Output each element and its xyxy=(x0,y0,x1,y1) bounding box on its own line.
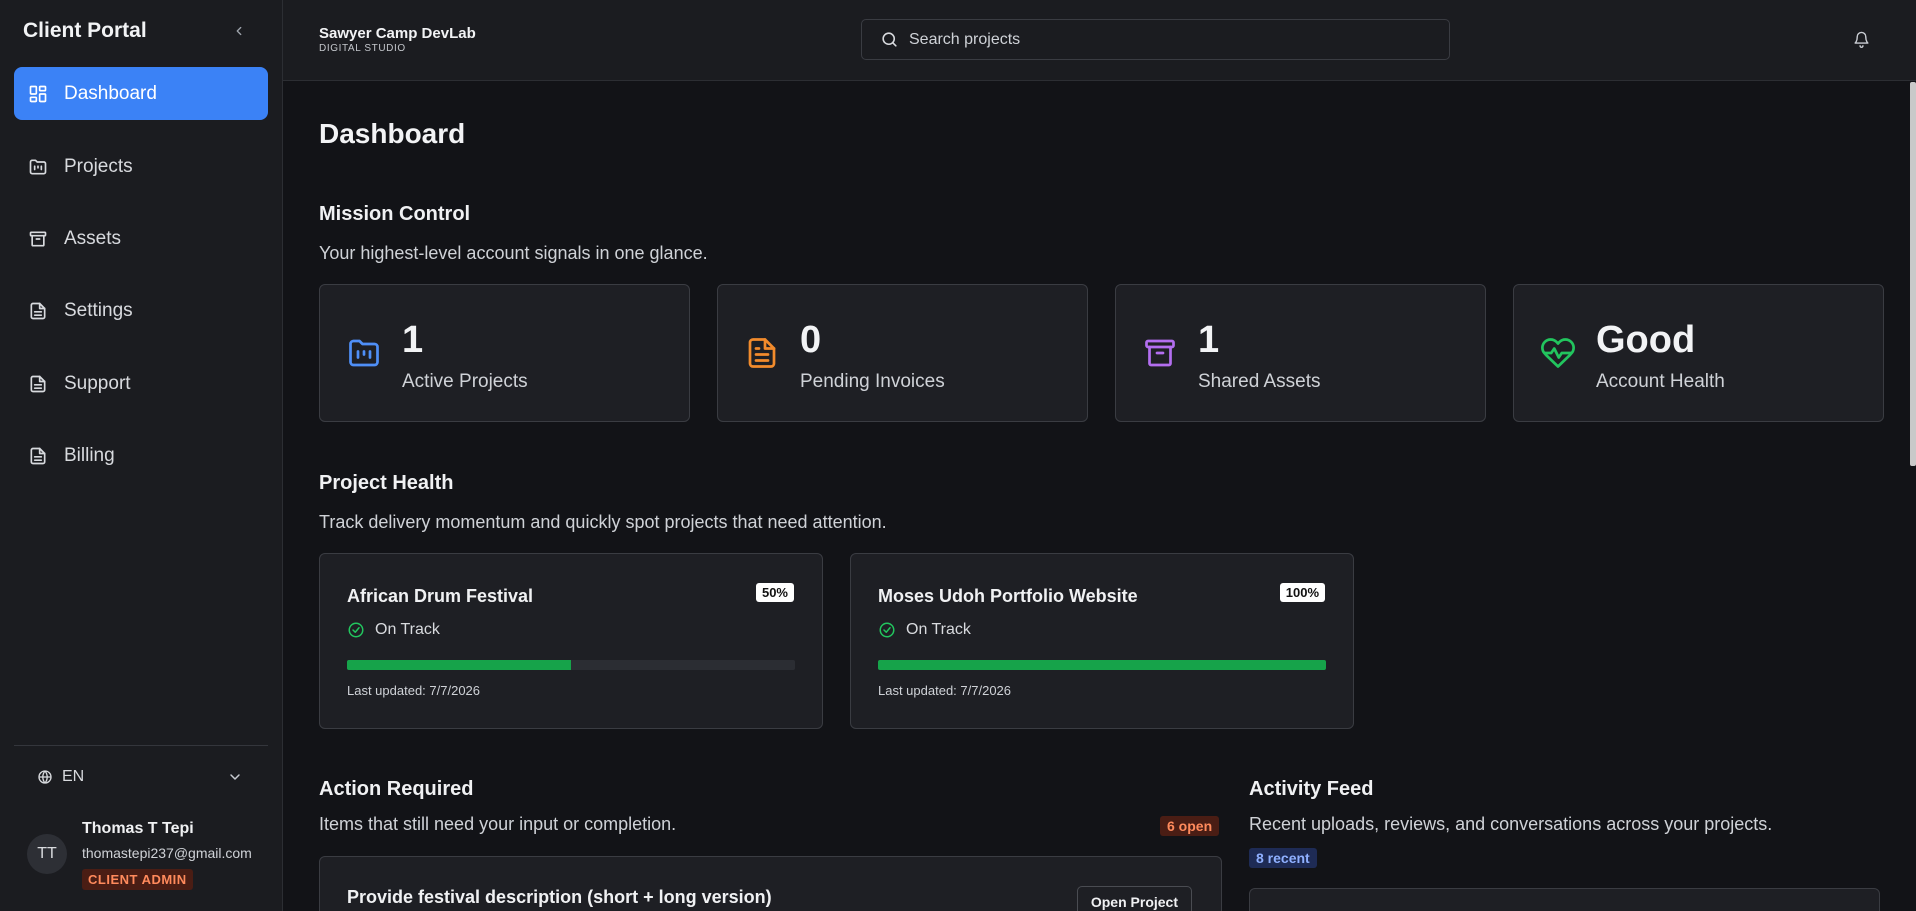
open-count-badge: 6 open xyxy=(1160,816,1220,836)
dashboard-icon xyxy=(27,83,49,105)
search-box[interactable] xyxy=(861,19,1450,60)
chevron-left-icon xyxy=(236,26,242,36)
chevron-down-icon xyxy=(227,769,243,785)
org-name: Sawyer Camp DevLab xyxy=(319,25,476,42)
stat-value: Good xyxy=(1596,319,1696,361)
stat-label: Active Projects xyxy=(402,371,528,392)
sidebar-item-assets[interactable]: Assets xyxy=(14,212,268,265)
progress-fill xyxy=(878,660,1326,670)
activity-feed-title: Activity Feed xyxy=(1249,778,1374,800)
stat-card-active-projects[interactable]: 1 Active Projects xyxy=(319,284,690,422)
stat-card-account-health[interactable]: Good Account Health xyxy=(1513,284,1884,422)
sidebar-item-dashboard[interactable]: Dashboard xyxy=(14,67,268,120)
bell-icon xyxy=(1853,31,1869,48)
project-card-moses-udoh-portfolio[interactable]: Moses Udoh Portfolio Website 100% On Tra… xyxy=(850,553,1354,729)
archive-icon xyxy=(27,228,49,250)
document-icon xyxy=(744,335,780,371)
sidebar-item-label: Billing xyxy=(64,444,115,466)
org-subtitle: DIGITAL STUDIO xyxy=(319,43,406,54)
project-card-african-drum-festival[interactable]: African Drum Festival 50% On Track Last … xyxy=(319,553,823,729)
sidebar-item-support[interactable]: Support xyxy=(14,357,268,410)
user-email: thomastepi237@gmail.com xyxy=(82,845,252,861)
stat-value: 0 xyxy=(800,319,822,361)
globe-icon xyxy=(38,770,52,784)
page-title: Dashboard xyxy=(319,118,466,149)
stat-label: Shared Assets xyxy=(1198,371,1321,392)
document-icon xyxy=(27,300,49,322)
notifications-button[interactable] xyxy=(1850,28,1872,50)
activity-feed-desc: Recent uploads, reviews, and conversatio… xyxy=(1249,814,1773,834)
sidebar-item-label: Assets xyxy=(64,227,122,249)
sidebar-item-label: Projects xyxy=(64,155,133,177)
action-required-title: Action Required xyxy=(319,778,474,800)
stat-label: Account Health xyxy=(1596,371,1725,392)
project-status: On Track xyxy=(347,621,440,639)
sidebar-item-projects[interactable]: Projects xyxy=(14,140,268,193)
user-role-badge: CLIENT ADMIN xyxy=(82,869,193,890)
document-icon xyxy=(27,373,49,395)
language-label: EN xyxy=(62,768,85,785)
sidebar-item-label: Settings xyxy=(64,299,133,321)
action-item-title: Provide festival description (short + lo… xyxy=(347,887,772,907)
sidebar-item-settings[interactable]: Settings xyxy=(14,284,268,337)
user-name: Thomas T Tepi xyxy=(82,820,194,837)
sidebar-item-label: Dashboard xyxy=(64,82,157,104)
last-updated: Last updated: 7/7/2026 xyxy=(347,683,481,698)
progress-track xyxy=(347,660,795,670)
status-text: On Track xyxy=(375,621,440,638)
search-input[interactable] xyxy=(909,30,1429,49)
progress-badge: 100% xyxy=(1279,583,1325,602)
archive-icon xyxy=(1142,335,1178,371)
folder-icon xyxy=(346,335,382,371)
sidebar-item-label: Support xyxy=(64,372,131,394)
recent-count-badge: 8 recent xyxy=(1249,848,1317,868)
folder-icon xyxy=(27,156,49,178)
project-health-desc: Track delivery momentum and quickly spot… xyxy=(319,512,887,532)
progress-track xyxy=(878,660,1326,670)
activity-feed-list xyxy=(1249,888,1880,911)
language-selector[interactable]: EN xyxy=(37,765,243,789)
stat-card-pending-invoices[interactable]: 0 Pending Invoices xyxy=(717,284,1088,422)
org-logo[interactable]: Sawyer Camp DevLab DIGITAL STUDIO xyxy=(319,25,476,54)
portal-brand: Client Portal xyxy=(23,19,147,42)
avatar[interactable]: TT xyxy=(27,834,67,874)
project-status: On Track xyxy=(878,621,971,639)
stat-value: 1 xyxy=(402,319,424,361)
sidebar: Client Portal Dashboard Projects Assets … xyxy=(0,0,283,911)
stat-label: Pending Invoices xyxy=(800,371,945,392)
action-required-desc: Items that still need your input or comp… xyxy=(319,814,677,834)
status-text: On Track xyxy=(906,621,971,638)
stat-card-shared-assets[interactable]: 1 Shared Assets xyxy=(1115,284,1486,422)
heart-pulse-icon xyxy=(1540,335,1576,371)
document-icon xyxy=(27,445,49,467)
mission-control-desc: Your highest-level account signals in on… xyxy=(319,243,708,263)
last-updated: Last updated: 7/7/2026 xyxy=(878,683,1012,698)
progress-fill xyxy=(347,660,571,670)
project-name: African Drum Festival xyxy=(347,586,534,606)
sidebar-item-billing[interactable]: Billing xyxy=(14,429,268,482)
sidebar-divider xyxy=(14,745,268,746)
project-health-title: Project Health xyxy=(319,472,454,494)
project-name: Moses Udoh Portfolio Website xyxy=(878,586,1138,606)
check-circle-icon xyxy=(347,621,365,639)
collapse-sidebar-button[interactable] xyxy=(228,18,250,44)
progress-badge: 50% xyxy=(755,583,794,602)
check-circle-icon xyxy=(878,621,896,639)
top-header: Sawyer Camp DevLab DIGITAL STUDIO xyxy=(283,0,1916,81)
mission-control-title: Mission Control xyxy=(319,203,471,225)
search-icon xyxy=(882,32,897,47)
page-scrollbar[interactable] xyxy=(1910,82,1916,466)
action-item: Provide festival description (short + lo… xyxy=(319,856,1222,911)
stat-value: 1 xyxy=(1198,319,1220,361)
open-project-button[interactable]: Open Project xyxy=(1076,886,1192,911)
